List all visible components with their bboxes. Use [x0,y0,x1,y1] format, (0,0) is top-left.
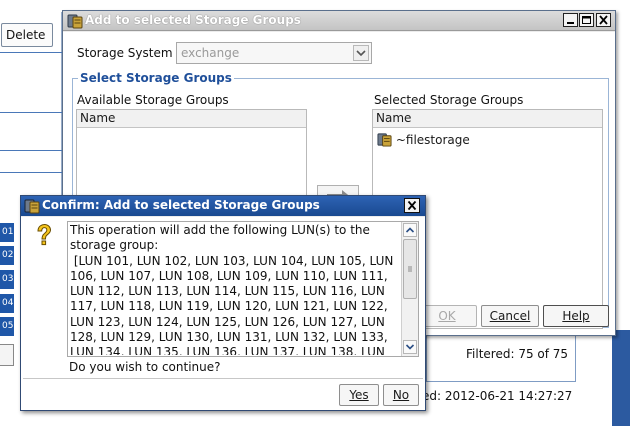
scroll-down-button[interactable] [403,340,417,354]
storage-group-icon [377,132,392,147]
question-icon [34,223,54,247]
cancel-button-label: Cancel [489,309,531,323]
dialog-title: Add to selected Storage Groups [85,13,301,27]
ok-button[interactable]: OK [417,305,477,327]
chevron-down-icon [405,344,415,350]
storage-group-icon [67,13,83,29]
help-button[interactable]: Help [543,305,609,327]
row-number: 03 [0,270,14,289]
chevron-up-icon [405,227,415,233]
row-number: 05 [0,317,14,336]
confirm-close-button[interactable] [404,198,420,213]
minimize-icon [567,22,574,24]
confirm-title: Confirm: Add to selected Storage Groups [42,198,320,212]
available-groups-label: Available Storage Groups [77,93,229,107]
storage-system-value: exchange [181,46,240,60]
continue-question: Do you wish to continue? [69,360,221,374]
group-legend: Select Storage Groups [78,71,234,85]
storage-system-label: Storage System [77,46,173,60]
no-button[interactable]: No [383,384,419,406]
confirm-message: This operation will add the following LU… [70,223,394,355]
cancel-button[interactable]: Cancel [481,305,539,327]
close-icon [407,200,417,211]
row-number: 04 [0,294,14,313]
background-divider [0,150,62,151]
minimize-button[interactable] [563,13,578,27]
yes-button[interactable]: Yes [339,384,379,406]
last-updated-text: ed: 2012-06-21 14:27:27 [422,389,573,403]
storage-group-icon [24,198,40,214]
row-number: 01 [0,223,14,242]
close-button[interactable] [596,13,611,27]
selected-name-column-header[interactable]: Name [373,110,602,128]
background-divider [0,112,62,113]
storage-system-select[interactable]: exchange [176,42,372,64]
confirm-body: This operation will add the following LU… [21,217,425,410]
maximize-button[interactable] [579,13,594,27]
help-button-label: Help [562,309,590,323]
background-small-button[interactable] [0,344,14,366]
maximize-icon [582,16,591,24]
scroll-up-button[interactable] [403,223,417,237]
confirm-title-bar[interactable]: Confirm: Add to selected Storage Groups [21,196,425,216]
background-divider [0,172,62,173]
background-scroll-strip [612,330,630,426]
selected-groups-label: Selected Storage Groups [374,93,524,107]
message-text-area[interactable]: This operation will add the following LU… [67,221,419,357]
ok-button-label: OK [438,309,456,323]
close-icon [599,15,608,25]
dialog-title-bar[interactable]: Add to selected Storage Groups [63,11,615,31]
list-item[interactable]: ~filestorage [377,132,470,150]
list-item-label: ~filestorage [395,133,470,147]
yes-button-label: Yes [349,388,369,402]
scroll-thumb[interactable] [403,239,417,299]
delete-button[interactable]: Delete [1,23,53,47]
message-scrollbar[interactable] [401,222,418,356]
chevron-down-icon[interactable] [353,45,369,61]
background-divider [0,52,62,53]
available-name-column-header[interactable]: Name [77,110,306,128]
row-number: 02 [0,246,14,265]
filtered-count: Filtered: 75 of 75 [466,347,569,361]
no-button-label: No [392,388,410,402]
confirm-dialog: Confirm: Add to selected Storage Groups … [20,195,426,411]
button-divider [23,378,423,379]
